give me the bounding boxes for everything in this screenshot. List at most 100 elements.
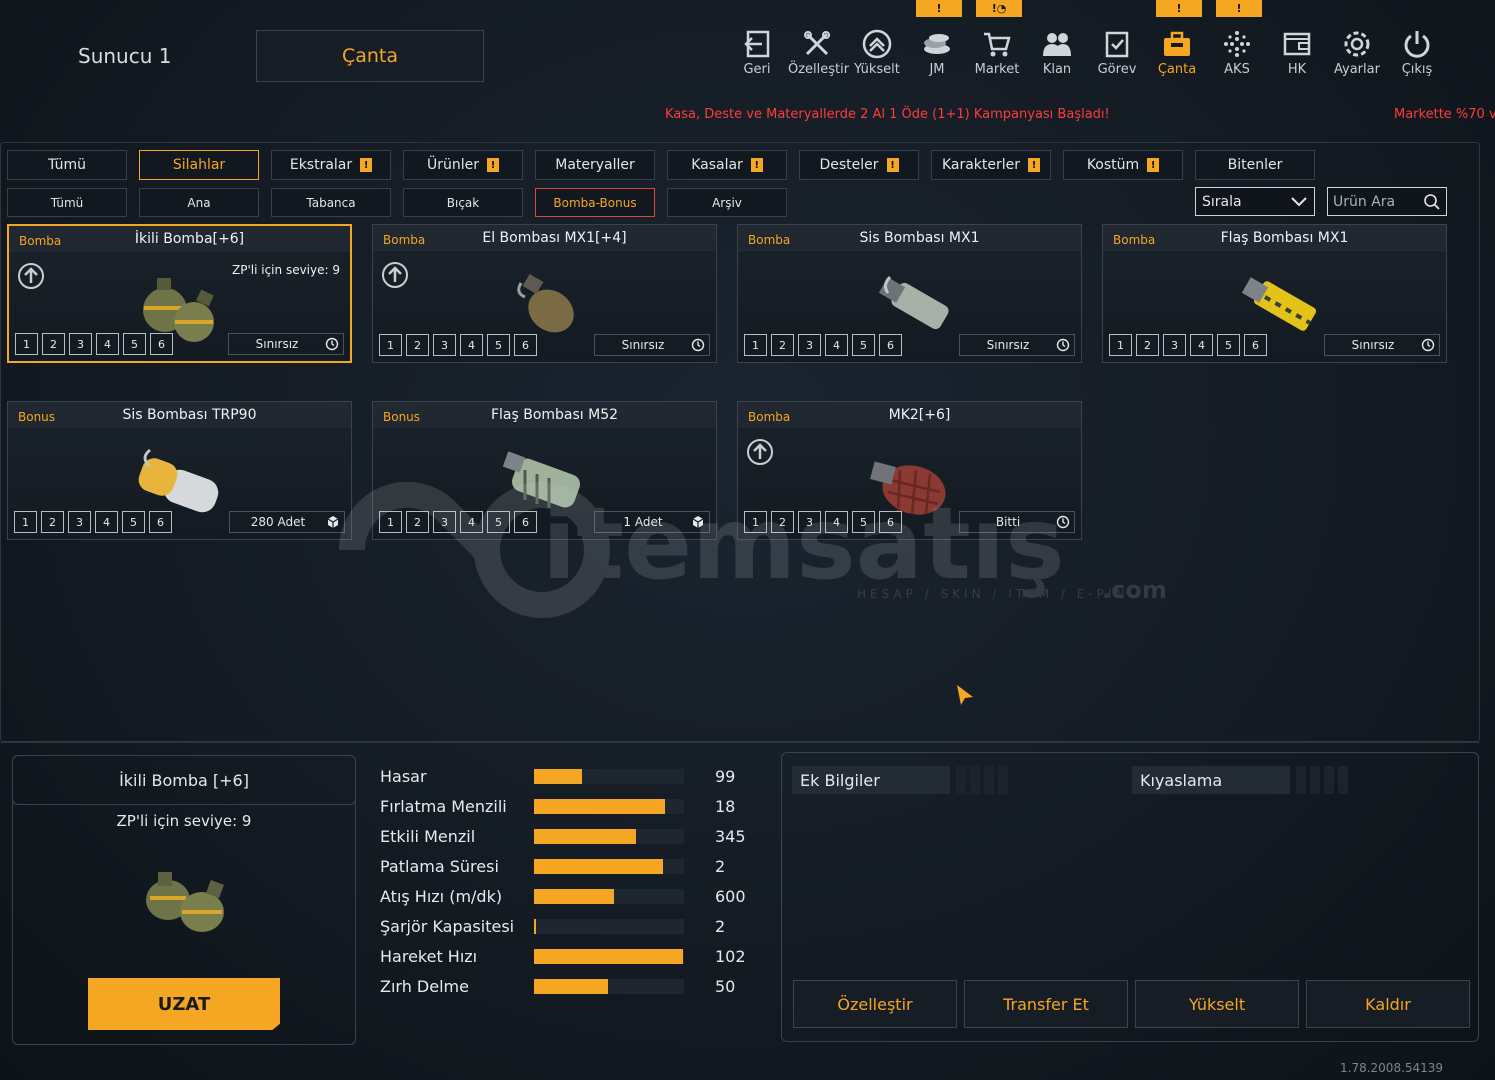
upgrade-arrow-icon[interactable] (746, 438, 774, 466)
alert-icon: ! (1147, 158, 1160, 172)
slot-box[interactable]: 6 (150, 333, 173, 355)
slot-box[interactable]: 3 (433, 334, 456, 356)
slot-box[interactable]: 3 (798, 334, 821, 356)
item-name: İkili Bomba[+6] (134, 231, 245, 247)
nav-mission[interactable]: Görev (1088, 26, 1146, 77)
subcategory-tab[interactable]: Arşiv (667, 188, 787, 217)
nav-cart[interactable]: Market (968, 26, 1026, 77)
chevron-down-icon (1291, 196, 1307, 206)
mission-icon (1088, 26, 1146, 62)
slot-box[interactable]: 5 (852, 334, 875, 356)
action-button[interactable]: Transfer Et (964, 980, 1128, 1028)
slot-box[interactable]: 6 (1244, 334, 1267, 356)
mouse-cursor-icon (957, 685, 973, 705)
preview-title: İkili Bomba [+6] (12, 755, 356, 805)
category-tab[interactable]: Tümü (7, 150, 127, 180)
slot-box[interactable]: 2 (1136, 334, 1159, 356)
slot-box[interactable]: 3 (69, 333, 92, 355)
subcategory-tab[interactable]: Ana (139, 188, 259, 217)
sort-select[interactable]: Sırala (1195, 187, 1315, 216)
slot-box[interactable]: 3 (1163, 334, 1186, 356)
nav-gear[interactable]: Ayarlar (1328, 26, 1386, 77)
nav-aks[interactable]: AKS (1208, 26, 1266, 77)
slot-box[interactable]: 4 (825, 334, 848, 356)
category-tab[interactable]: Ürünler! (403, 150, 523, 180)
slot-box[interactable]: 2 (41, 511, 64, 533)
stat-bar (534, 769, 684, 784)
slot-box[interactable]: 5 (487, 334, 510, 356)
slot-box[interactable]: 6 (149, 511, 172, 533)
category-tab[interactable]: Kasalar! (667, 150, 787, 180)
nav-coins[interactable]: JM (908, 26, 966, 77)
category-tab[interactable]: Silahlar (139, 150, 259, 180)
subcategory-tab[interactable]: Tümü (7, 188, 127, 217)
stat-label: Atış Hızı (m/dk) (380, 887, 503, 906)
slot-box[interactable]: 5 (122, 511, 145, 533)
item-name: Sis Bombası TRP90 (122, 407, 257, 423)
item-card[interactable]: Bonus Sis Bombası TRP90 1 2 3 4 5 6 280 Adet (7, 401, 352, 540)
enhance-slots: 123456 (744, 334, 902, 356)
category-tab[interactable]: Materyaller (535, 150, 655, 180)
stat-bar (534, 829, 684, 844)
category-tab[interactable]: Ekstralar! (271, 150, 391, 180)
slot-box[interactable]: 5 (1217, 334, 1240, 356)
item-card[interactable]: Bomba Sis Bombası MX1 1 2 3 4 5 6 Sınırsız (737, 224, 1082, 363)
slot-box[interactable]: 4 (95, 511, 118, 533)
slot-box[interactable]: 1 (15, 333, 38, 355)
stat-value: 50 (715, 977, 736, 996)
nav-power[interactable]: Çıkış (1388, 26, 1446, 77)
nav-bag[interactable]: Çanta (1148, 26, 1206, 77)
slot-box[interactable]: 5 (123, 333, 146, 355)
category-tab[interactable]: Kostüm! (1063, 150, 1183, 180)
item-card[interactable]: Bomba Flaş Bombası MX1 1 2 3 4 5 6 Sınırsız (1102, 224, 1447, 363)
nav-back[interactable]: Geri (728, 26, 786, 77)
nav-tools[interactable]: Özelleştir (788, 26, 849, 77)
category-label: Silahlar (172, 157, 226, 173)
stat-row: Hasar 99 (380, 767, 760, 787)
slot-box[interactable]: 1 (379, 334, 402, 356)
search-icon[interactable] (1423, 193, 1441, 211)
nav-wallet[interactable]: HK (1268, 26, 1326, 77)
extra-info-header: Ek Bilgiler (792, 766, 950, 794)
stat-label: Patlama Süresi (380, 857, 499, 876)
slot-box[interactable]: 2 (42, 333, 65, 355)
category-label: Desteler (819, 157, 879, 173)
category-tab[interactable]: Bitenler (1195, 150, 1315, 180)
slot-box[interactable]: 6 (879, 334, 902, 356)
back-icon (728, 26, 786, 62)
action-button[interactable]: Yükselt (1135, 980, 1299, 1028)
stat-label: Hasar (380, 767, 427, 786)
subcategory-tab[interactable]: Tabanca (271, 188, 391, 217)
subcategory-tab[interactable]: Bıçak (403, 188, 523, 217)
slot-box[interactable]: 4 (96, 333, 119, 355)
item-duration: Sınırsız (959, 334, 1075, 356)
nav-label: Ayarlar (1334, 62, 1380, 77)
upgrade-arrow-icon[interactable] (17, 262, 45, 290)
slot-box[interactable]: 4 (1190, 334, 1213, 356)
slot-box[interactable]: 1 (744, 334, 767, 356)
item-card[interactable]: Bomba El Bombası MX1[+4] 1 2 3 4 5 6 Sınırsız (372, 224, 717, 363)
action-button[interactable]: Özelleştir (793, 980, 957, 1028)
item-name: Flaş Bombası M52 (490, 407, 619, 423)
slot-box[interactable]: 1 (1109, 334, 1132, 356)
aks-icon (1208, 26, 1266, 62)
slot-box[interactable]: 6 (514, 334, 537, 356)
nav-notification-badge: ! (1216, 0, 1262, 17)
subcategory-tab[interactable]: Bomba-Bonus (535, 188, 655, 217)
nav-clan[interactable]: Klan (1028, 26, 1086, 77)
category-tab[interactable]: Desteler! (799, 150, 919, 180)
slot-box[interactable]: 2 (771, 334, 794, 356)
upgrade-arrow-icon[interactable] (381, 261, 409, 289)
slot-box[interactable]: 4 (460, 334, 483, 356)
extend-button[interactable]: UZAT (88, 978, 280, 1030)
item-card[interactable]: Bomba İkili Bomba[+6] ZP'li için seviye:… (7, 224, 352, 363)
slot-box[interactable]: 1 (14, 511, 37, 533)
slot-box[interactable]: 3 (68, 511, 91, 533)
category-tab[interactable]: Karakterler! (931, 150, 1051, 180)
stat-value: 18 (715, 797, 736, 816)
upgrade-icon (848, 26, 906, 62)
slot-box[interactable]: 2 (406, 334, 429, 356)
nav-upgrade[interactable]: Yükselt (848, 26, 906, 77)
action-button[interactable]: Kaldır (1306, 980, 1470, 1028)
stat-label: Etkili Menzil (380, 827, 476, 846)
